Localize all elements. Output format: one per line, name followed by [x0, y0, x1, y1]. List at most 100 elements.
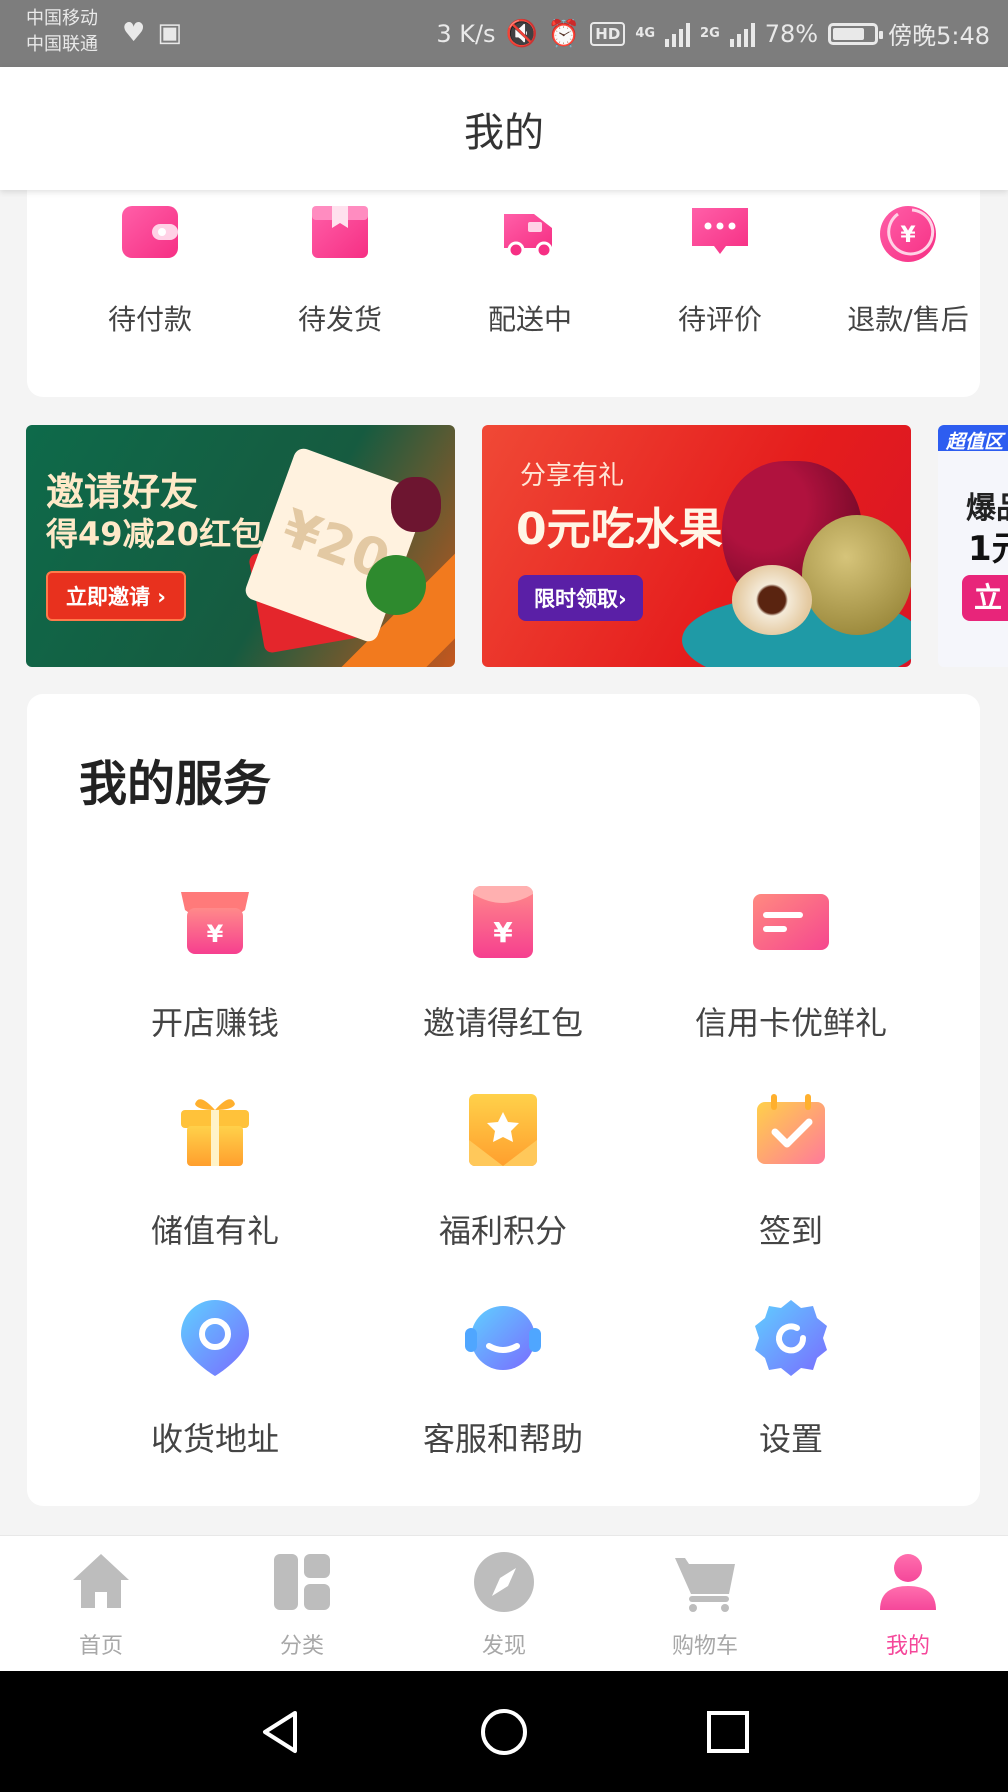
carrier-1: 中国移动 — [26, 8, 98, 29]
system-navigation-bar — [0, 1671, 1008, 1792]
cart-icon — [673, 1550, 737, 1614]
service-invite-red-packet[interactable]: ¥ 邀请得红包 — [353, 882, 653, 1044]
service-check-in[interactable]: 签到 — [641, 1090, 941, 1252]
banner-title: 分享有礼 — [520, 461, 625, 491]
order-label: 退款/售后 — [847, 303, 969, 336]
kiwi-graphic — [802, 515, 911, 635]
user-icon — [876, 1550, 940, 1614]
service-welfare-points[interactable]: 福利积分 — [353, 1090, 653, 1252]
banner-value-zone[interactable]: 超值区 爆品 1元 立 — [938, 425, 1008, 667]
package-icon — [308, 200, 372, 264]
service-label: 储值有礼 — [150, 1212, 279, 1250]
network-2g-label: 2G — [700, 25, 720, 41]
service-credit-card-gift[interactable]: 信用卡优鲜礼 — [641, 882, 941, 1044]
order-pending-payment[interactable]: 待付款 — [75, 200, 225, 338]
service-open-shop[interactable]: ¥ 开店赚钱 — [65, 882, 365, 1044]
tab-label: 发现 — [481, 1634, 526, 1659]
my-services-card: 我的服务 ¥ 开店赚钱 ¥ 邀请得红包 信用卡优鲜礼 储值有礼 福利积分 签到 — [27, 694, 980, 1506]
wallet-icon — [118, 200, 182, 264]
clock: 傍晚5:48 — [888, 22, 990, 50]
category-icon — [270, 1550, 334, 1614]
network-4g-label: 4G — [635, 25, 656, 41]
banner-subtitle: 1元 — [968, 529, 1008, 569]
comment-icon — [688, 200, 752, 264]
refund-icon: ¥ — [876, 200, 940, 264]
banner-subtitle: 得49减20红包 — [46, 515, 264, 553]
order-status-card: 待付款 待发货 配送中 待评价 ¥ 退款/售后 — [27, 170, 980, 397]
battery-icon — [828, 22, 884, 45]
health-heart-icon: ♥ — [122, 18, 146, 48]
home-circle-icon[interactable] — [479, 1707, 529, 1757]
order-delivering[interactable]: 配送中 — [455, 200, 605, 338]
red-packet-icon: ¥ — [463, 882, 543, 962]
tab-cart[interactable]: 购物车 — [645, 1550, 765, 1660]
svg-text:¥: ¥ — [493, 916, 513, 949]
network-speed: 3 K/s — [436, 19, 496, 48]
tab-label: 分类 — [279, 1634, 324, 1659]
bottom-tab-bar: 首页 分类 发现 购物车 我的 — [0, 1535, 1008, 1672]
settings-gear-icon — [751, 1298, 831, 1378]
banner-subtitle: 0元吃水果 — [516, 504, 723, 555]
battery-percent: 78% — [764, 19, 819, 48]
banner-invite-friends[interactable]: ¥20 邀请好友 得49减20红包 立即邀请 › — [26, 425, 455, 667]
invite-now-button[interactable]: 立即邀请 › — [46, 571, 186, 621]
alarm-icon: ⏰ — [547, 18, 581, 49]
page-title: 我的 — [464, 109, 544, 156]
recent-apps-icon[interactable] — [703, 1707, 753, 1757]
tab-label: 购物车 — [671, 1634, 738, 1659]
claim-now-button[interactable]: 限时领取› — [518, 575, 643, 621]
carrier-2: 中国联通 — [26, 34, 98, 55]
compass-icon — [472, 1550, 536, 1614]
tab-mine[interactable]: 我的 — [848, 1550, 968, 1660]
service-label: 设置 — [758, 1420, 823, 1458]
signal-4g-icon — [665, 21, 691, 47]
gift-icon — [175, 1090, 255, 1170]
location-icon — [175, 1298, 255, 1378]
order-pending-review[interactable]: 待评价 — [645, 200, 795, 338]
status-notification-icons: ♥ ▣ — [122, 16, 182, 50]
svg-text:¥: ¥ — [207, 920, 224, 948]
tab-home[interactable]: 首页 — [41, 1550, 161, 1660]
mute-icon: 🔇 — [505, 18, 538, 49]
service-label: 收货地址 — [150, 1420, 279, 1458]
shop-icon: ¥ — [175, 882, 255, 962]
order-label: 待发货 — [297, 303, 382, 336]
status-bar: 中国移动 中国联通 ♥ ▣ 3 K/s 🔇 ⏰ HD 4G 2G 78% 傍晚5… — [0, 0, 1008, 67]
service-label: 签到 — [758, 1212, 823, 1250]
credit-card-icon — [751, 882, 831, 962]
broccoli-graphic — [366, 555, 426, 615]
service-label: 邀请得红包 — [422, 1004, 583, 1042]
order-pending-shipment[interactable]: 待发货 — [265, 200, 415, 338]
home-icon — [69, 1550, 133, 1614]
service-settings[interactable]: 设置 — [641, 1298, 941, 1460]
tab-discover[interactable]: 发现 — [444, 1550, 564, 1660]
order-label: 待付款 — [107, 303, 192, 336]
service-label: 客服和帮助 — [422, 1420, 583, 1458]
tab-category[interactable]: 分类 — [242, 1550, 362, 1660]
truck-icon — [498, 200, 562, 264]
order-label: 待评价 — [677, 303, 762, 336]
huawei-app-icon: ▣ — [157, 18, 182, 48]
longan-graphic — [732, 565, 812, 635]
signal-2g-icon — [729, 21, 755, 47]
banner-header: 超值区 — [946, 431, 1004, 453]
service-label: 开店赚钱 — [150, 1004, 279, 1042]
hd-icon: HD — [590, 21, 626, 46]
battery-level — [833, 27, 865, 40]
order-refund-aftersale[interactable]: ¥ 退款/售后 — [833, 200, 983, 338]
grapes-graphic — [391, 477, 441, 532]
tab-label: 首页 — [78, 1634, 123, 1659]
points-icon — [463, 1090, 543, 1170]
service-shipping-address[interactable]: 收货地址 — [65, 1298, 365, 1460]
order-label: 配送中 — [487, 303, 572, 336]
back-icon[interactable] — [255, 1707, 305, 1757]
banner-share-gift[interactable]: 分享有礼 0元吃水果 限时领取› — [482, 425, 911, 667]
service-stored-value-gift[interactable]: 储值有礼 — [65, 1090, 365, 1252]
status-right: 3 K/s 🔇 ⏰ HD 4G 2G 78% 傍晚5:48 — [436, 16, 990, 51]
tab-label: 我的 — [885, 1634, 930, 1659]
headset-icon — [463, 1298, 543, 1378]
banner-button[interactable]: 立 — [962, 575, 1008, 621]
banner-title: 邀请好友 — [46, 470, 199, 514]
calendar-check-icon — [751, 1090, 831, 1170]
service-customer-help[interactable]: 客服和帮助 — [353, 1298, 653, 1460]
